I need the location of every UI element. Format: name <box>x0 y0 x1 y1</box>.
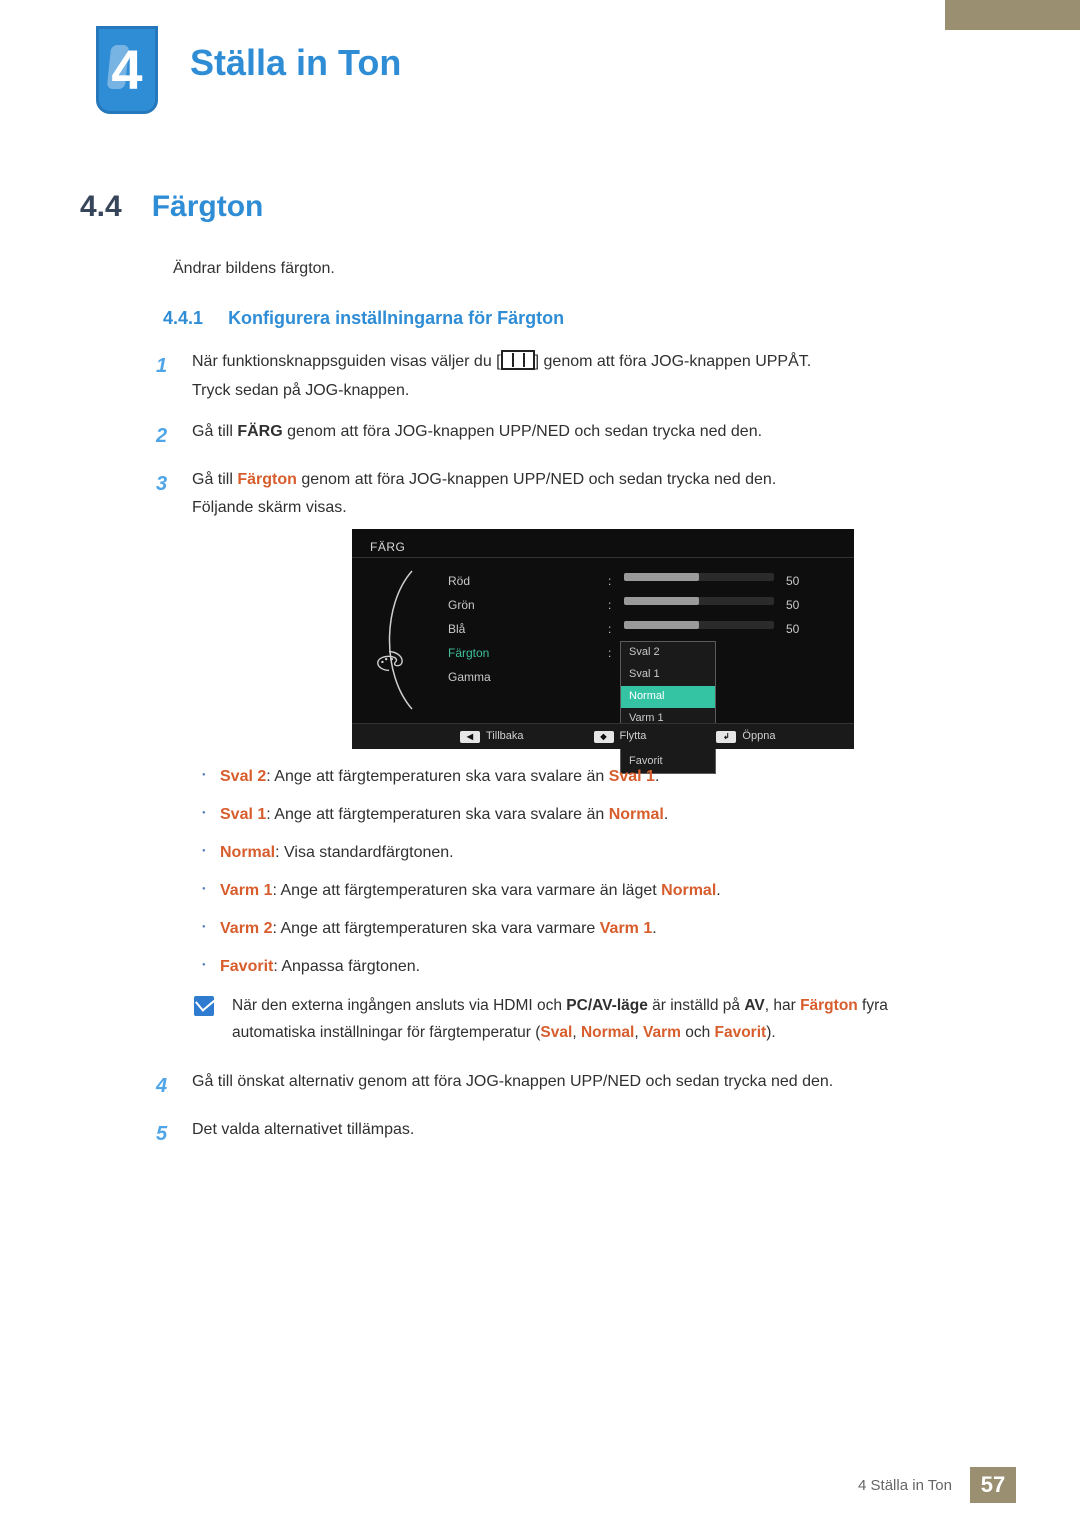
osd-dropdown: Sval 2 Sval 1 Normal Varm 1 Varm 2 Favor… <box>620 641 716 774</box>
osd-labels: Röd Grön Blå Färgton Gamma <box>448 569 491 689</box>
step-list: 1 När funktionsknappsguiden visas väljer… <box>156 348 966 1164</box>
note-icon <box>194 996 214 1016</box>
section-intro: Ändrar bildens färgton. <box>173 260 335 278</box>
top-stripe <box>945 0 1080 30</box>
subsection-heading: 4.4.1 Konfigurera inställningarna för Fä… <box>163 308 564 329</box>
step-3: 3 Gå till Färgton genom att föra JOG-kna… <box>156 466 966 1056</box>
step-number: 4 <box>156 1068 174 1104</box>
chapter-title: Ställa in Ton <box>190 42 401 84</box>
step-body: Gå till Färgton genom att föra JOG-knapp… <box>192 466 966 1056</box>
section-title: Färgton <box>152 190 264 224</box>
osd-screenshot: FÄRG Röd Grön Blå Färgton Gamma :::: <box>352 529 854 749</box>
step-body: När funktionsknappsguiden visas väljer d… <box>192 348 966 406</box>
palette-icon <box>374 649 404 673</box>
step-5: 5 Det valda alternativet tillämpas. <box>156 1116 966 1152</box>
footer-crumb: 4 Ställa in Ton <box>858 1477 952 1494</box>
section-heading: 4.4 Färgton <box>80 190 263 224</box>
note-body: När den externa ingången ansluts via HDM… <box>232 993 966 1046</box>
step-1: 1 När funktionsknappsguiden visas väljer… <box>156 348 966 406</box>
note: När den externa ingången ansluts via HDM… <box>194 993 966 1046</box>
step-number: 5 <box>156 1116 174 1152</box>
bullet: Varm 1: Ange att färgtemperaturen ska va… <box>192 879 966 903</box>
section-number: 4.4 <box>80 190 122 224</box>
move-key-icon: ◆ <box>594 731 614 743</box>
step-4: 4 Gå till önskat alternativ genom att fö… <box>156 1068 966 1104</box>
menu-icon <box>501 350 535 370</box>
osd-option: Sval 2 <box>621 642 715 664</box>
osd-option: Sval 1 <box>621 664 715 686</box>
step-body: Det valda alternativet tillämpas. <box>192 1116 966 1152</box>
osd-footer: ◀Tillbaka ◆Flytta ↲Öppna <box>352 723 854 749</box>
step-number: 2 <box>156 418 174 454</box>
option-bullets: Sval 2: Ange att färgtemperaturen ska va… <box>192 765 966 979</box>
subsection-number: 4.4.1 <box>163 308 203 328</box>
osd-values: 50 50 50 <box>786 569 799 641</box>
bullet: Favorit: Anpassa färgtonen. <box>192 955 966 979</box>
back-key-icon: ◀ <box>460 731 480 743</box>
bullet: Normal: Visa standardfärgtonen. <box>192 841 966 865</box>
osd-row-label: Blå <box>448 617 491 641</box>
osd-option-selected: Normal <box>621 686 715 708</box>
subsection-title: Konfigurera inställningarna för Färgton <box>228 308 564 328</box>
bullet: Sval 2: Ange att färgtemperaturen ska va… <box>192 765 966 789</box>
step-2: 2 Gå till FÄRG genom att föra JOG-knappe… <box>156 418 966 454</box>
osd-row-label-selected: Färgton <box>448 641 491 665</box>
osd-row-label: Röd <box>448 569 491 593</box>
slider-green <box>624 597 774 605</box>
chapter-badge: 4 <box>96 26 158 114</box>
osd-sliders <box>624 573 774 645</box>
bullet: Sval 1: Ange att färgtemperaturen ska va… <box>192 803 966 827</box>
osd-row-label: Gamma <box>448 665 491 689</box>
step-number: 3 <box>156 466 174 1056</box>
osd-title: FÄRG <box>370 537 405 559</box>
enter-key-icon: ↲ <box>716 731 736 743</box>
page-footer: 4 Ställa in Ton 57 <box>0 1467 1080 1503</box>
osd-row-label: Grön <box>448 593 491 617</box>
step-number: 1 <box>156 348 174 406</box>
step-body: Gå till önskat alternativ genom att föra… <box>192 1068 966 1104</box>
footer-page-number: 57 <box>970 1467 1016 1503</box>
slider-red <box>624 573 774 581</box>
osd-arc-icon <box>372 565 428 715</box>
slider-blue <box>624 621 774 629</box>
step-body: Gå till FÄRG genom att föra JOG-knappen … <box>192 418 966 454</box>
bullet: Varm 2: Ange att färgtemperaturen ska va… <box>192 917 966 941</box>
